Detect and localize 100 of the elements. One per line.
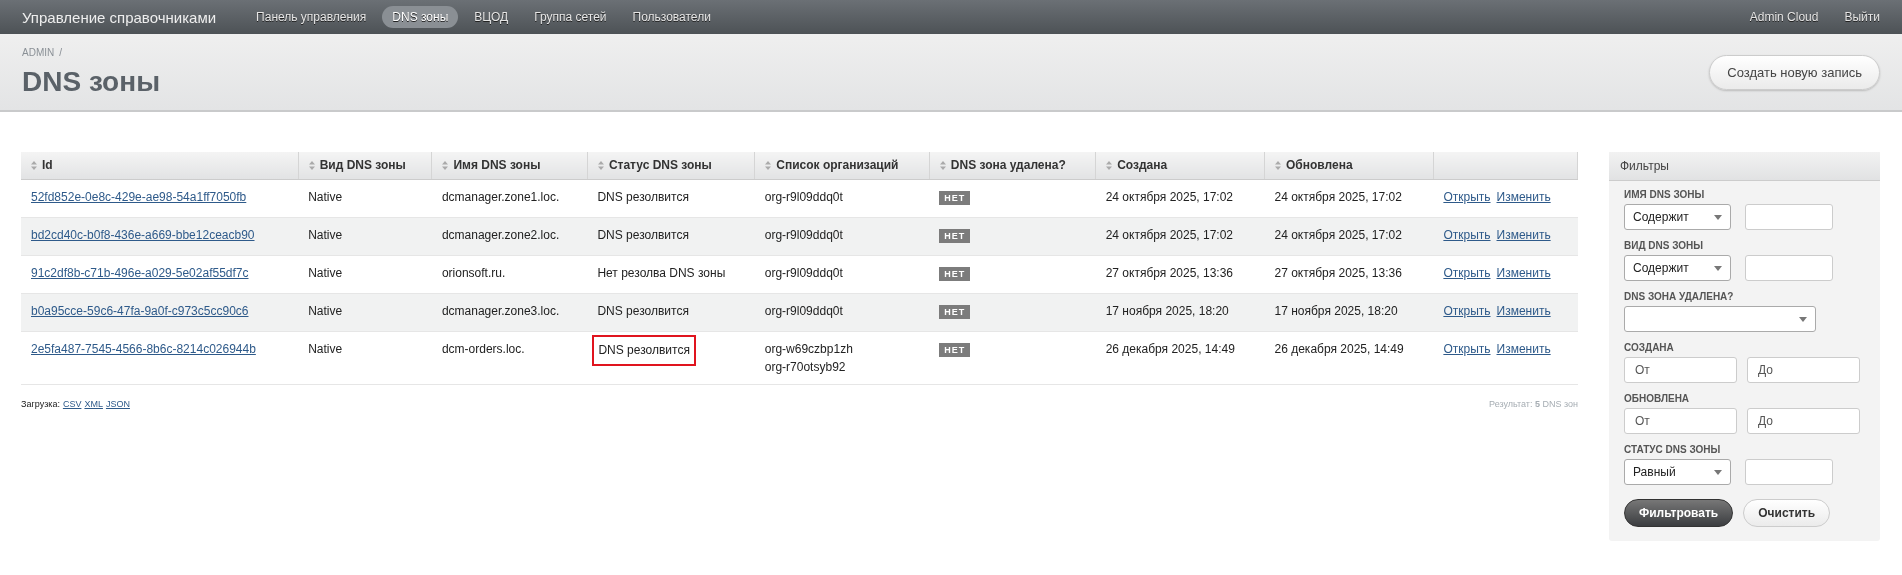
download-link[interactable]: XML (84, 399, 103, 409)
sort-icon[interactable] (765, 160, 772, 170)
nav-tab[interactable]: Группа сетей (524, 6, 617, 28)
status-badge: НЕТ (939, 191, 971, 205)
app-title: Управление справочниками (22, 8, 217, 26)
table-cell-text: org-r9l09ddq0t (764, 228, 844, 242)
column-title: Создана (1117, 158, 1168, 173)
status-badge: НЕТ (939, 343, 971, 357)
table-cell-text: org-r9l09ddq0t (764, 190, 844, 204)
select-field[interactable]: Содержит (1624, 204, 1731, 230)
clear-button[interactable]: Очистить (1743, 499, 1831, 527)
nav-tab[interactable]: Пользователи (622, 6, 721, 28)
table-cell: 24 октября 2025, 17:02 (1105, 190, 1234, 204)
table-cell: 27 октября 2025, 13:36 (1274, 266, 1402, 280)
column-title: Id (42, 158, 53, 173)
sort-icon[interactable] (308, 160, 315, 170)
action-link[interactable]: Открыть (1443, 304, 1491, 318)
table-cell: 24 октября 2025, 17:02 (1105, 228, 1234, 242)
filter-button[interactable]: Фильтровать (1624, 499, 1734, 527)
table-cell-text: org-w69czbp1zh (764, 342, 854, 356)
date-field[interactable]: От (1624, 357, 1737, 383)
table-cell: 17 ноября 2025, 18:20 (1274, 304, 1398, 318)
column-header[interactable]: Статус DNS зоны (587, 152, 755, 180)
table-cell: 24 октября 2025, 17:02 (1274, 228, 1402, 242)
table-cell: Native (308, 304, 343, 318)
column-header[interactable]: DNS зона удалена? (929, 152, 1096, 180)
sort-icon[interactable] (442, 160, 449, 170)
table-cell: DNS резолвится (597, 190, 689, 204)
filter-label: ОБНОВЛЕНА (1624, 393, 1691, 404)
status-badge: НЕТ (939, 229, 971, 243)
table-cell: Native (308, 190, 343, 204)
table-cell: Native (308, 342, 343, 356)
caret-icon (1714, 469, 1722, 475)
select-field[interactable] (1624, 306, 1816, 332)
column-header[interactable]: Список организаций (754, 152, 930, 180)
column-title: Список организаций (776, 158, 899, 173)
nav-tab[interactable]: ВЦОД (464, 6, 519, 28)
table-cell: Native (308, 266, 343, 280)
action-link[interactable]: Изменить (1496, 304, 1551, 318)
table-cell-text: org-r70otsyb92 (764, 360, 847, 374)
table-cell: 26 декабря 2025, 14:49 (1105, 342, 1235, 356)
download-link[interactable]: JSON (105, 399, 130, 409)
caret-icon (1714, 265, 1722, 271)
action-link[interactable]: Открыть (1443, 266, 1491, 280)
date-field[interactable]: До (1747, 357, 1860, 383)
nav-link[interactable]: Admin Cloud (1749, 10, 1819, 24)
table-cell: Нет резолва DNS зоны (597, 266, 726, 280)
column-header[interactable]: Создана (1095, 152, 1265, 180)
table-cell: 24 октября 2025, 17:02 (1274, 190, 1402, 204)
id-link[interactable]: 52fd852e-0e8c-429e-ae98-54a1ff7050fb (31, 190, 247, 204)
column-header[interactable]: Имя DNS зоны (431, 152, 588, 180)
action-link[interactable]: Изменить (1496, 342, 1551, 356)
result-count: Результат: 5 DNS зон (1489, 399, 1578, 409)
date-field[interactable]: От (1624, 408, 1737, 434)
id-link[interactable]: 2e5fa487-7545-4566-8b6c-8214c026944b (31, 342, 256, 356)
id-link[interactable]: bd2cd40c-b0f8-436e-a669-bbe12ceacb90 (31, 228, 255, 242)
action-link[interactable]: Изменить (1496, 190, 1551, 204)
filter-label: ИМЯ DNS ЗОНЫ (1624, 189, 1706, 200)
action-link[interactable]: Изменить (1496, 228, 1551, 242)
input-field[interactable] (1745, 255, 1833, 281)
nav-link[interactable]: Выйти (1844, 10, 1880, 24)
select-field[interactable]: Равный (1624, 459, 1731, 485)
table-cell: 17 ноября 2025, 18:20 (1105, 304, 1229, 318)
status-badge: НЕТ (939, 267, 971, 281)
select-field[interactable]: Содержит (1624, 255, 1731, 281)
highlighted-status: DNS резолвится (592, 335, 696, 366)
column-title: Обновлена (1286, 158, 1353, 173)
action-link[interactable]: Открыть (1443, 190, 1491, 204)
column-title: Имя DNS зоны (453, 158, 541, 173)
table-cell: dcmanager.zone3.loc. (441, 304, 560, 318)
input-field[interactable] (1745, 204, 1833, 230)
column-header[interactable]: Вид DNS зоны (298, 152, 432, 180)
action-link[interactable]: Изменить (1496, 266, 1551, 280)
sort-icon[interactable] (939, 160, 946, 170)
action-link[interactable]: Открыть (1443, 342, 1491, 356)
date-field[interactable]: До (1747, 408, 1860, 434)
create-button[interactable]: Создать новую запись (1709, 54, 1880, 90)
table-cell: orionsoft.ru. (441, 266, 506, 280)
nav-tab[interactable]: Панель управления (246, 6, 377, 28)
download-label: Загрузка: (21, 399, 60, 409)
status-badge: НЕТ (939, 305, 971, 319)
filter-title: Фильтры (1609, 152, 1880, 181)
table-cell: 27 октября 2025, 13:36 (1105, 266, 1234, 280)
filter-label: СТАТУС DNS ЗОНЫ (1624, 444, 1722, 455)
id-link[interactable]: b0a95cce-59c6-47fa-9a0f-c973c5cc90c6 (31, 304, 249, 318)
action-link[interactable]: Открыть (1443, 228, 1491, 242)
page-title: DNS зоны (22, 65, 161, 98)
sort-icon[interactable] (1275, 160, 1281, 170)
column-header[interactable]: Обновлена (1264, 152, 1434, 180)
caret-icon (1714, 214, 1722, 220)
table-cell: DNS резолвится (597, 304, 689, 318)
column-header[interactable]: Id (21, 152, 299, 180)
input-field[interactable] (1745, 459, 1833, 485)
sort-icon[interactable] (1106, 160, 1113, 170)
download-link[interactable]: CSV (62, 399, 82, 409)
sort-icon[interactable] (31, 160, 37, 170)
sort-icon[interactable] (597, 160, 604, 170)
table-cell: dcm-orders.loc. (441, 342, 525, 356)
table-cell: dcmanager.zone1.loc. (441, 190, 560, 204)
id-link[interactable]: 91c2df8b-c71b-496e-a029-5e02af55df7c (31, 266, 249, 280)
